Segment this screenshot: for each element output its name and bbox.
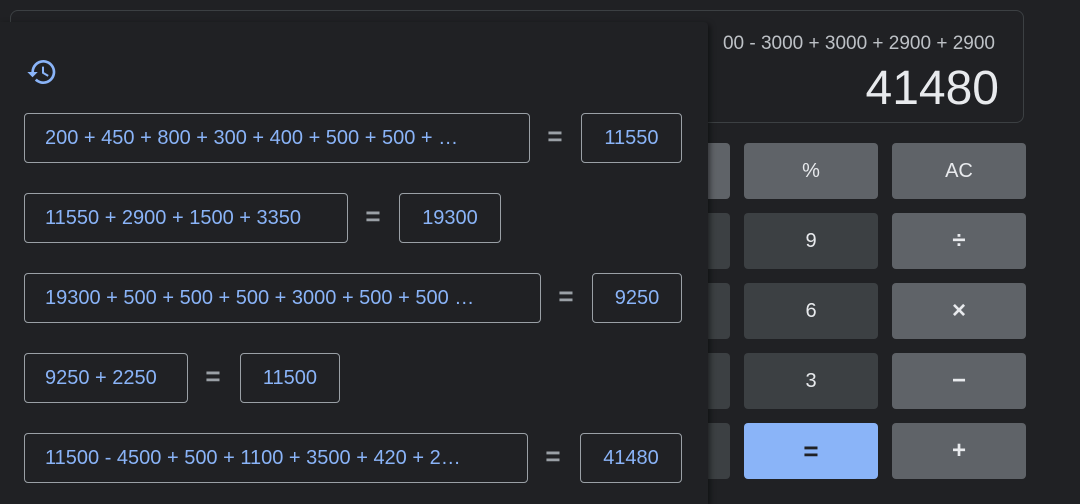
history-expression-1[interactable]: 200 + 450 + 800 + 300 + 400 + 500 + 500 … [24, 113, 530, 163]
history-expression-5[interactable]: 11500 - 4500 + 500 + 1100 + 3500 + 420 +… [24, 433, 528, 483]
display-expression: 00 - 3000 + 3000 + 2900 + 2900 [722, 33, 995, 54]
history-equals-5: = [545, 441, 561, 471]
minus-button[interactable]: − [892, 353, 1026, 409]
history-result-4[interactable]: 11500 [240, 353, 340, 403]
divide-button[interactable]: ÷ [892, 213, 1026, 269]
history-expression-4[interactable]: 9250 + 2250 [24, 353, 188, 403]
display-result: 41480 [865, 62, 999, 115]
all-clear-button[interactable]: AC [892, 143, 1026, 199]
history-expression-3[interactable]: 19300 + 500 + 500 + 500 + 3000 + 500 + 5… [24, 273, 541, 323]
digit-9-button[interactable]: 9 [744, 213, 878, 269]
history-icon[interactable] [26, 56, 58, 88]
equals-button[interactable]: = [744, 423, 878, 479]
history-expression-2[interactable]: 11550 + 2900 + 1500 + 3350 [24, 193, 348, 243]
history-result-5[interactable]: 41480 [580, 433, 682, 483]
history-equals-3: = [558, 281, 574, 311]
digit-6-button[interactable]: 6 [744, 283, 878, 339]
history-equals-1: = [547, 121, 563, 151]
history-result-1[interactable]: 11550 [581, 113, 682, 163]
history-result-2[interactable]: 19300 [399, 193, 501, 243]
digit-3-button[interactable]: 3 [744, 353, 878, 409]
history-result-3[interactable]: 9250 [592, 273, 682, 323]
plus-button[interactable]: + [892, 423, 1026, 479]
history-equals-4: = [205, 361, 221, 391]
history-panel: 200 + 450 + 800 + 300 + 400 + 500 + 500 … [0, 22, 708, 504]
history-equals-2: = [365, 201, 381, 231]
multiply-button[interactable]: × [892, 283, 1026, 339]
percent-button[interactable]: % [744, 143, 878, 199]
